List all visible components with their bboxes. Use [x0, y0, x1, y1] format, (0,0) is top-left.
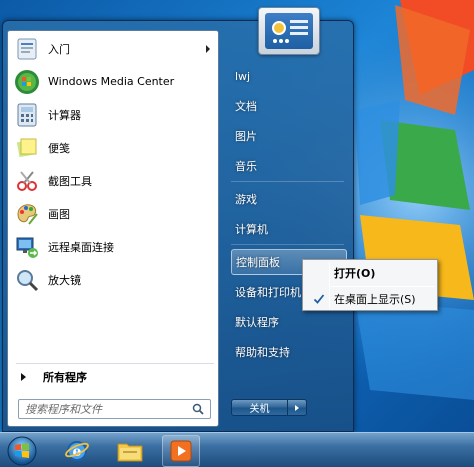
- program-label: 截图工具: [48, 174, 92, 188]
- right-link-label: 帮助和支持: [235, 346, 290, 359]
- shutdown-label: 关机: [249, 404, 270, 415]
- right-link-default-programs[interactable]: 默认程序: [231, 309, 347, 335]
- right-link-games[interactable]: 游戏: [231, 186, 347, 212]
- search-box[interactable]: [18, 399, 211, 419]
- all-programs-label: 所有程序: [43, 371, 87, 384]
- program-label: 画图: [48, 207, 70, 221]
- right-link-help-support[interactable]: 帮助和支持: [231, 339, 347, 365]
- program-label: 便笺: [48, 141, 70, 155]
- right-link-label: 游戏: [235, 193, 257, 206]
- context-item-label: 打开(O): [334, 267, 376, 280]
- programs-pane: 入门 Windows Media Center 计算器 便笺 截图工具 画图 远…: [7, 30, 219, 427]
- program-item-windows-media-center[interactable]: Windows Media Center: [11, 66, 216, 97]
- getting-started-icon: [13, 35, 41, 63]
- right-link-computer[interactable]: 计算机: [231, 216, 347, 242]
- program-item-getting-started[interactable]: 入门: [11, 33, 216, 64]
- right-link-label: 控制面板: [236, 256, 280, 269]
- context-item-label: 在桌面上显示(S): [334, 293, 416, 306]
- shutdown-options-button[interactable]: [288, 399, 307, 416]
- program-label: 计算器: [48, 108, 81, 122]
- internet-explorer-icon[interactable]: e: [58, 435, 96, 467]
- program-label: 入门: [48, 42, 70, 56]
- media-player-icon[interactable]: [162, 435, 200, 467]
- search-input[interactable]: [25, 402, 185, 416]
- calculator-icon: [13, 101, 41, 129]
- submenu-arrow-icon: [206, 45, 210, 53]
- right-link-label: lwj: [235, 69, 251, 83]
- windows-explorer-icon[interactable]: [111, 435, 149, 467]
- right-link-label: 图片: [235, 130, 257, 143]
- right-link-label: 音乐: [235, 160, 257, 173]
- context-menu: 打开(O) 在桌面上显示(S): [302, 259, 438, 311]
- program-item-sticky-notes[interactable]: 便笺: [11, 132, 216, 163]
- program-label: 放大镜: [48, 273, 81, 287]
- program-label: 远程桌面连接: [48, 240, 114, 254]
- program-label: Windows Media Center: [48, 75, 175, 88]
- right-link-documents[interactable]: 文档: [231, 93, 347, 119]
- right-separator: [231, 244, 344, 245]
- program-item-magnifier[interactable]: 放大镜: [11, 264, 216, 295]
- right-link-pictures[interactable]: 图片: [231, 123, 347, 149]
- all-programs-button[interactable]: 所有程序: [11, 366, 216, 388]
- program-item-snipping-tool[interactable]: 截图工具: [11, 165, 216, 196]
- user-avatar-icon: [265, 13, 313, 49]
- program-item-paint[interactable]: 画图: [11, 198, 216, 229]
- chevron-right-icon: [295, 404, 299, 411]
- program-item-remote-desktop[interactable]: 远程桌面连接: [11, 231, 216, 262]
- programs-separator: [16, 363, 214, 364]
- paint-icon: [13, 200, 41, 228]
- remote-desktop-icon: [13, 233, 41, 261]
- user-picture[interactable]: [258, 7, 320, 55]
- checkmark-icon: [313, 294, 325, 304]
- right-link-music[interactable]: 音乐: [231, 153, 347, 179]
- right-link-user-folder[interactable]: lwj: [231, 63, 347, 89]
- right-link-label: 计算机: [235, 223, 268, 236]
- right-link-label: 文档: [235, 100, 257, 113]
- program-item-calculator[interactable]: 计算器: [11, 99, 216, 130]
- right-link-label: 设备和打印机: [235, 286, 301, 299]
- start-orb-icon[interactable]: [5, 436, 38, 466]
- right-link-label: 默认程序: [235, 316, 279, 329]
- search-icon[interactable]: [192, 403, 204, 415]
- expand-arrow-icon: [21, 373, 26, 381]
- windows-media-center-icon: [13, 68, 41, 96]
- magnifier-icon: [13, 266, 41, 294]
- shutdown-button[interactable]: 关机: [231, 399, 288, 416]
- sticky-notes-icon: [13, 134, 41, 162]
- right-separator: [231, 181, 344, 182]
- snipping-tool-icon: [13, 167, 41, 195]
- context-separator: [331, 286, 435, 287]
- context-item-open[interactable]: 打开(O): [305, 262, 435, 284]
- context-item-show-on-desktop[interactable]: 在桌面上显示(S): [305, 288, 435, 310]
